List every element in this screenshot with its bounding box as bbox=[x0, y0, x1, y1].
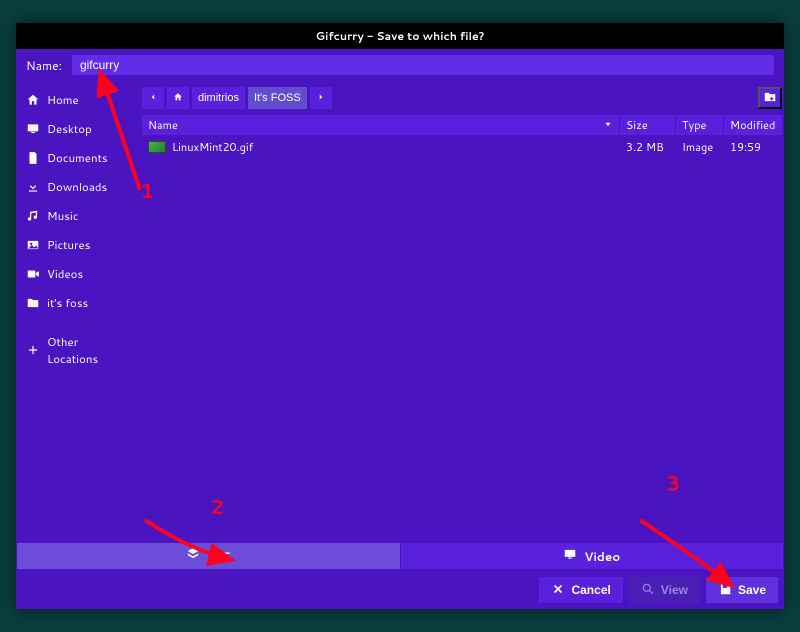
button-label: Save bbox=[738, 583, 766, 597]
format-video-button[interactable]: Video bbox=[401, 543, 784, 569]
sidebar-item-label: Home bbox=[47, 91, 79, 108]
desktop-icon bbox=[26, 122, 40, 136]
sidebar-item-label: Other Locations bbox=[47, 333, 122, 367]
video-icon bbox=[563, 547, 577, 565]
format-toggle: GIF Video bbox=[17, 543, 783, 569]
save-icon bbox=[718, 582, 732, 599]
folder-icon bbox=[26, 296, 40, 310]
table-row[interactable]: LinuxMint20.gif 3.2 MB Image 19:59 bbox=[142, 135, 782, 159]
music-icon bbox=[26, 209, 40, 223]
file-table-body: LinuxMint20.gif 3.2 MB Image 19:59 bbox=[142, 135, 782, 159]
sidebar-item-label: Documents bbox=[47, 149, 108, 166]
cancel-button[interactable]: Cancel bbox=[539, 577, 622, 603]
videos-icon bbox=[26, 267, 40, 281]
save-button[interactable]: Save bbox=[706, 577, 778, 603]
plus-icon bbox=[26, 343, 40, 357]
window-title: Gifcurry - Save to which file? bbox=[16, 23, 784, 49]
view-button[interactable]: View bbox=[629, 577, 700, 603]
search-icon bbox=[641, 582, 655, 599]
column-label: Modified bbox=[730, 117, 775, 133]
main-area: Home Desktop Documents Downloads Music P… bbox=[16, 81, 784, 543]
sidebar-item-videos[interactable]: Videos bbox=[16, 259, 132, 288]
column-label: Name bbox=[148, 117, 178, 133]
path-back-button[interactable] bbox=[142, 87, 164, 109]
column-modified[interactable]: Modified bbox=[724, 115, 782, 135]
button-label: Cancel bbox=[571, 583, 610, 597]
action-bar: Cancel View Save bbox=[16, 569, 784, 609]
sort-desc-icon bbox=[603, 117, 613, 133]
column-size[interactable]: Size bbox=[620, 115, 676, 135]
chevron-right-icon bbox=[316, 92, 326, 105]
sidebar-item-downloads[interactable]: Downloads bbox=[16, 172, 132, 201]
home-icon bbox=[173, 92, 183, 105]
sidebar-item-label: Desktop bbox=[47, 120, 92, 137]
cell-size: 3.2 MB bbox=[620, 139, 676, 155]
path-home-button[interactable] bbox=[167, 87, 189, 109]
file-table-header: Name Size Type Modified bbox=[142, 115, 782, 135]
pictures-icon bbox=[26, 238, 40, 252]
home-icon bbox=[26, 93, 40, 107]
save-dialog: Gifcurry - Save to which file? Name: Hom… bbox=[16, 23, 784, 609]
column-label: Size bbox=[626, 117, 648, 133]
column-type[interactable]: Type bbox=[676, 115, 724, 135]
filename-input[interactable] bbox=[72, 55, 774, 75]
path-forward-button[interactable] bbox=[310, 87, 332, 109]
layers-icon bbox=[186, 547, 200, 565]
name-label: Name: bbox=[26, 57, 62, 74]
column-label: Type bbox=[682, 117, 706, 133]
documents-icon bbox=[26, 151, 40, 165]
sidebar-item-home[interactable]: Home bbox=[16, 85, 132, 114]
file-name: LinuxMint20.gif bbox=[172, 139, 253, 155]
sidebar-item-desktop[interactable]: Desktop bbox=[16, 114, 132, 143]
sidebar-item-music[interactable]: Music bbox=[16, 201, 132, 230]
format-gif-button[interactable]: GIF bbox=[17, 543, 401, 569]
cell-type: Image bbox=[676, 139, 724, 155]
places-sidebar: Home Desktop Documents Downloads Music P… bbox=[16, 81, 132, 543]
sidebar-item-label: Music bbox=[47, 207, 78, 224]
format-label: GIF bbox=[207, 548, 230, 565]
new-folder-icon bbox=[763, 90, 777, 107]
close-icon bbox=[551, 582, 565, 599]
format-label: Video bbox=[584, 548, 620, 565]
button-label: View bbox=[661, 583, 688, 597]
sidebar-item-pictures[interactable]: Pictures bbox=[16, 230, 132, 259]
downloads-icon bbox=[26, 180, 40, 194]
sidebar-item-itsfoss[interactable]: it's foss bbox=[16, 288, 132, 317]
path-bar: dimitrios It's FOSS bbox=[132, 81, 782, 115]
chevron-left-icon bbox=[148, 92, 158, 105]
path-segment-dimitrios[interactable]: dimitrios bbox=[192, 87, 245, 109]
sidebar-item-label: Downloads bbox=[47, 178, 107, 195]
sidebar-item-other-locations[interactable]: Other Locations bbox=[16, 327, 132, 373]
path-segment-itsfoss[interactable]: It's FOSS bbox=[248, 87, 307, 109]
sidebar-item-documents[interactable]: Documents bbox=[16, 143, 132, 172]
sidebar-item-label: Videos bbox=[47, 265, 83, 282]
cell-modified: 19:59 bbox=[724, 139, 782, 155]
sidebar-item-label: Pictures bbox=[47, 236, 90, 253]
create-folder-button[interactable] bbox=[758, 87, 782, 109]
sidebar-item-label: it's foss bbox=[47, 294, 88, 311]
column-name[interactable]: Name bbox=[142, 115, 620, 135]
cell-name: LinuxMint20.gif bbox=[142, 139, 620, 155]
file-browser: dimitrios It's FOSS Name Size Type Modif… bbox=[132, 81, 784, 543]
file-thumb-icon bbox=[148, 141, 166, 153]
filename-row: Name: bbox=[16, 49, 784, 81]
path-segment-label: It's FOSS bbox=[254, 92, 301, 104]
path-segment-label: dimitrios bbox=[198, 92, 239, 104]
